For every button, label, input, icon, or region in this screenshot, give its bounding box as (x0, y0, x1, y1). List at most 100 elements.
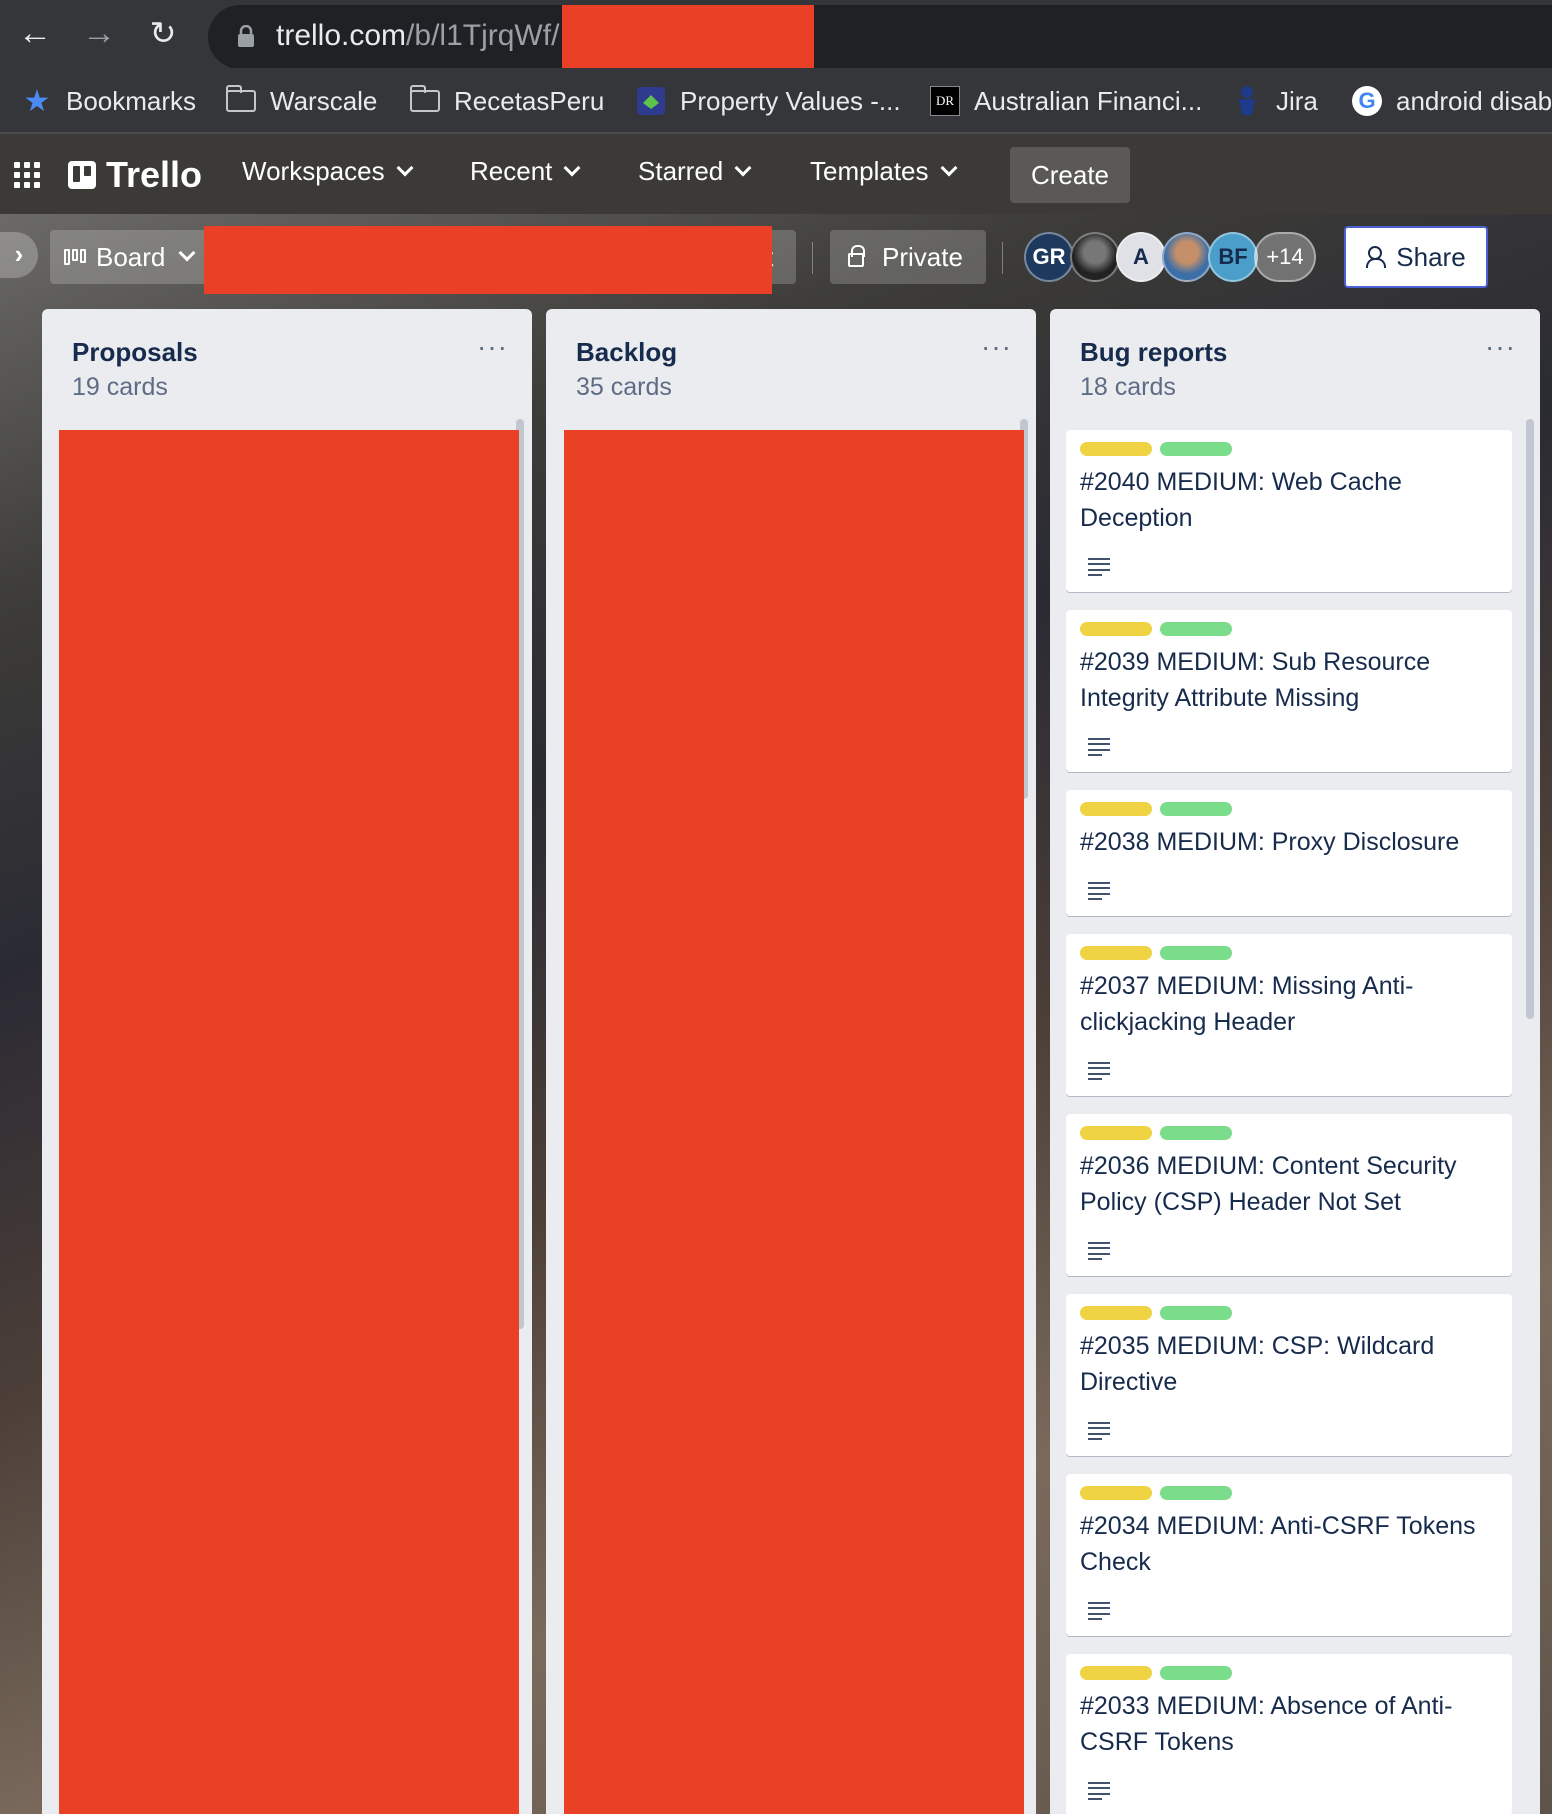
trello-logo[interactable]: Trello (68, 154, 202, 196)
label-yellow[interactable] (1080, 1486, 1152, 1500)
bookmark-label: Property Values -... (680, 85, 901, 116)
board-members: GR A BF +14 (1024, 232, 1316, 284)
avatar[interactable]: BF (1208, 232, 1258, 282)
list-menu-icon[interactable]: ··· (1485, 331, 1516, 363)
label-yellow[interactable] (1080, 1666, 1152, 1680)
nav-starred[interactable]: Starred (638, 156, 752, 187)
chevron-down-icon (178, 244, 196, 262)
bookmark-bookmarks[interactable]: ★ Bookmarks (22, 82, 197, 120)
chevron-down-icon (396, 159, 414, 176)
avatar[interactable] (1162, 232, 1212, 282)
bookmark-warscale[interactable]: Warscale (226, 82, 377, 120)
label-yellow[interactable] (1080, 1126, 1152, 1140)
site-favicon (636, 86, 666, 116)
forward-arrow-icon[interactable]: → (76, 10, 122, 56)
bookmark-label: android disab (1396, 85, 1552, 116)
card[interactable]: #2039 MEDIUM: Sub Resource Integrity Att… (1066, 610, 1512, 772)
avatar[interactable]: A (1116, 232, 1166, 282)
bookmark-label: Warscale (270, 85, 378, 116)
list-card-count: 18 cards (1080, 373, 1176, 401)
bookmark-recetasperu[interactable]: RecetasPeru (410, 82, 604, 120)
card[interactable]: #2036 MEDIUM: Content Security Policy (C… (1066, 1114, 1512, 1276)
label-green[interactable] (1160, 946, 1232, 960)
label-green[interactable] (1160, 1306, 1232, 1320)
google-icon: G (1352, 86, 1382, 116)
card-title: #2034 MEDIUM: Anti-CSRF Tokens Check (1080, 1512, 1476, 1576)
reload-icon[interactable]: ↻ (140, 10, 186, 56)
label-green[interactable] (1160, 442, 1232, 456)
label-yellow[interactable] (1080, 442, 1152, 456)
label-green[interactable] (1160, 802, 1232, 816)
url-host: trello.com (276, 19, 407, 52)
card[interactable]: #2037 MEDIUM: Missing Anti-clickjacking … (1066, 934, 1512, 1096)
card-labels (1080, 1306, 1232, 1320)
card[interactable]: #2040 MEDIUM: Web Cache Deception (1066, 430, 1512, 592)
label-green[interactable] (1160, 622, 1232, 636)
folder-icon (226, 85, 256, 116)
label-green[interactable] (1160, 1666, 1232, 1680)
card-labels (1080, 802, 1232, 816)
app-switcher-icon[interactable] (14, 162, 40, 188)
visibility-button[interactable]: Private (830, 230, 986, 284)
trello-header: Trello Workspaces Recent Starred Templat… (0, 134, 1552, 214)
share-label: Share (1396, 241, 1466, 272)
nav-templates[interactable]: Templates (810, 156, 957, 187)
card-title: #2033 MEDIUM: Absence of Anti-CSRF Token… (1080, 1692, 1453, 1756)
label-yellow[interactable] (1080, 946, 1152, 960)
list-menu-icon[interactable]: ··· (477, 331, 508, 363)
list-title[interactable]: Backlog (576, 337, 677, 368)
add-person-icon (1366, 246, 1387, 268)
create-button[interactable]: Create (1010, 147, 1130, 203)
bookmark-label: Australian Financi... (974, 85, 1203, 116)
card-title: #2040 MEDIUM: Web Cache Deception (1080, 468, 1402, 532)
label-green[interactable] (1160, 1486, 1232, 1500)
redacted-cards (564, 430, 1024, 1814)
card-title: #2039 MEDIUM: Sub Resource Integrity Att… (1080, 648, 1431, 712)
bookmarks-bar: ★ Bookmarks Warscale RecetasPeru Propert… (0, 68, 1552, 134)
list-scrollbar[interactable] (1526, 419, 1534, 1019)
board-header: › Board t Private GR A BF +14 Share (0, 214, 1552, 294)
avatar[interactable] (1070, 232, 1120, 282)
description-icon (1088, 558, 1110, 576)
bookmark-property-values[interactable]: Property Values -... (636, 82, 901, 120)
bookmark-jira[interactable]: Jira (1232, 82, 1318, 120)
card-title: #2036 MEDIUM: Content Security Policy (C… (1080, 1152, 1457, 1216)
bookmark-australian-financial[interactable]: DR Australian Financi... (930, 82, 1202, 120)
description-icon (1088, 1422, 1110, 1440)
card[interactable]: #2033 MEDIUM: Absence of Anti-CSRF Token… (1066, 1654, 1512, 1814)
list-title[interactable]: Proposals (72, 337, 198, 368)
label-green[interactable] (1160, 1126, 1232, 1140)
address-bar[interactable]: trello.com/b/l1TjrqWf/ (208, 5, 1552, 69)
nav-workspaces[interactable]: Workspaces (242, 156, 414, 187)
nav-label: Templates (810, 156, 929, 186)
list-bug-reports: Bug reports 18 cards ··· #2040 MEDIUM: W… (1050, 309, 1540, 1814)
card-labels (1080, 1486, 1232, 1500)
more-members-button[interactable]: +14 (1254, 232, 1316, 282)
list-menu-icon[interactable]: ··· (981, 331, 1012, 363)
label-yellow[interactable] (1080, 622, 1152, 636)
avatar[interactable]: GR (1024, 232, 1074, 282)
star-icon: ★ (23, 84, 51, 118)
card-title: #2035 MEDIUM: CSP: Wildcard Directive (1080, 1332, 1435, 1396)
nav-recent[interactable]: Recent (470, 156, 581, 187)
board-view-label: Board (96, 241, 166, 272)
card[interactable]: #2038 MEDIUM: Proxy Disclosure (1066, 790, 1512, 916)
bookmark-label: RecetasPeru (454, 85, 605, 116)
card-labels (1080, 622, 1232, 636)
chevron-right-icon[interactable]: › (0, 232, 38, 278)
card-labels (1080, 946, 1232, 960)
visibility-label: Private (882, 241, 963, 272)
card-title: #2037 MEDIUM: Missing Anti-clickjacking … (1080, 972, 1414, 1036)
share-button[interactable]: Share (1344, 226, 1488, 288)
list-title[interactable]: Bug reports (1080, 337, 1227, 368)
bookmark-label: Bookmarks (66, 85, 197, 116)
label-yellow[interactable] (1080, 802, 1152, 816)
back-arrow-icon[interactable]: ← (12, 10, 58, 56)
label-yellow[interactable] (1080, 1306, 1152, 1320)
card[interactable]: #2034 MEDIUM: Anti-CSRF Tokens Check (1066, 1474, 1512, 1636)
board-view-switcher[interactable]: Board (50, 230, 210, 284)
bookmark-android[interactable]: G android disab (1352, 82, 1552, 120)
description-icon (1088, 1602, 1110, 1620)
padlock-icon (848, 245, 865, 267)
card[interactable]: #2035 MEDIUM: CSP: Wildcard Directive (1066, 1294, 1512, 1456)
